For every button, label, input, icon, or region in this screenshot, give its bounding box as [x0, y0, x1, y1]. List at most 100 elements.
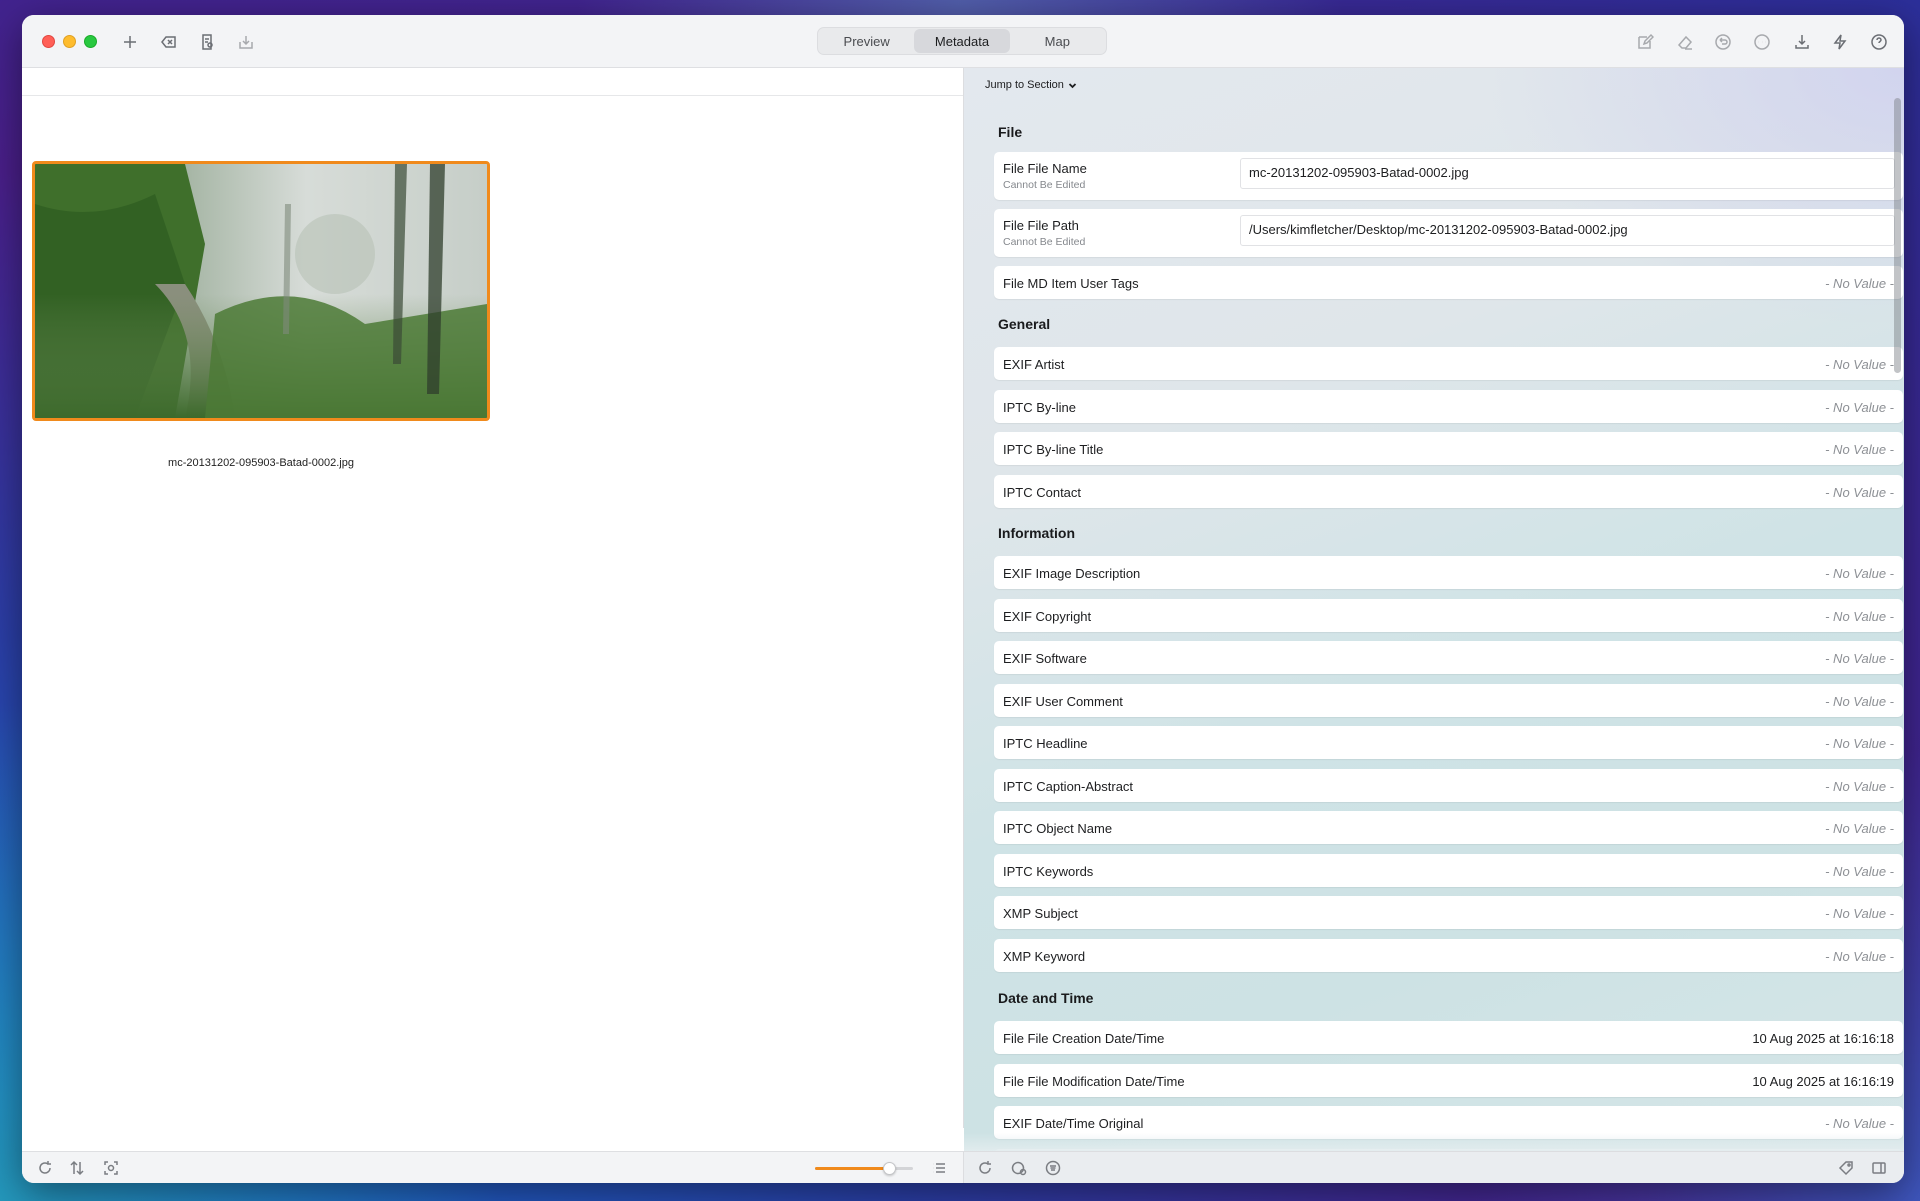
inspect-document-icon[interactable] [195, 29, 221, 55]
lightning-icon[interactable] [1827, 29, 1853, 55]
help-icon[interactable] [1866, 29, 1892, 55]
scroll-fade [964, 1133, 1904, 1151]
metadata-field-label: XMP Subject [1003, 906, 1078, 921]
filter-list-icon[interactable] [1044, 1159, 1062, 1177]
metadata-row[interactable]: File File Creation Date/Time 10 Aug 2025 … [994, 1021, 1903, 1054]
metadata-field-value[interactable]: - No Value - [1825, 736, 1894, 751]
metadata-field-value[interactable]: - No Value - [1825, 1116, 1894, 1131]
rotate-icon[interactable] [36, 1159, 54, 1177]
revert-icon[interactable] [1710, 29, 1736, 55]
metadata-scrollbar-thumb[interactable] [1894, 98, 1901, 373]
metadata-row[interactable]: File File Path Cannot Be Edited/Users/kim… [994, 209, 1903, 257]
chevron-down-icon [1068, 82, 1077, 88]
thumbnail-size-slider-fill [815, 1167, 889, 1170]
metadata-row[interactable]: EXIF Software - No Value - [994, 641, 1903, 674]
metadata-field-label: IPTC Object Name [1003, 821, 1113, 836]
metadata-row[interactable]: IPTC Caption-Abstract - No Value - [994, 768, 1903, 802]
metadata-field-label: File File Path [1003, 218, 1079, 233]
metadata-field-label: XMP Keyword [1003, 948, 1086, 964]
edit-icon[interactable] [1632, 29, 1658, 55]
metadata-field-value[interactable]: - No Value - [1825, 357, 1894, 372]
metadata-field-value[interactable]: - No Value - [1825, 651, 1894, 666]
metadata-row[interactable]: XMP Keyword - No Value - [994, 938, 1903, 972]
metadata-readonly-field[interactable]: /Users/kimfletcher/Desktop/mc-20131202-0… [1240, 215, 1895, 246]
add-icon[interactable] [117, 29, 143, 55]
metadata-field-value[interactable]: 10 Aug 2025 at 16:16:18 [1752, 1031, 1894, 1046]
metadata-field-value[interactable]: - No Value - [1825, 400, 1894, 415]
metadata-row[interactable]: File File Modification Date/Time 10 Aug 2… [994, 1063, 1903, 1097]
metadata-row[interactable]: EXIF Artist - No Value - [994, 347, 1903, 380]
metadata-scrollbar[interactable] [1894, 98, 1901, 1138]
metadata-field-value[interactable]: - No Value - [1825, 906, 1894, 921]
title-bar: Preview Metadata Map [22, 15, 1904, 68]
export-icon[interactable] [1789, 29, 1815, 55]
tab-preview[interactable]: Preview [819, 29, 914, 53]
metadata-field-value[interactable]: - No Value - [1825, 609, 1894, 624]
section-title-datetime: Date and Time [998, 990, 1094, 1006]
thumbnail-size-slider-knob[interactable] [882, 1162, 896, 1175]
minimize-window-button[interactable] [63, 35, 76, 48]
metadata-field-value[interactable]: - No Value - [1825, 694, 1894, 709]
metadata-row[interactable]: File MD Item User Tags - No Value - [994, 266, 1903, 299]
tag-icon[interactable] [1837, 1159, 1855, 1177]
metadata-field-value[interactable]: - No Value - [1825, 864, 1894, 879]
metadata-row[interactable]: IPTC Contact - No Value - [994, 474, 1903, 508]
delete-backward-icon[interactable] [156, 29, 182, 55]
location-badge-icon[interactable] [1010, 1159, 1028, 1177]
metadata-row[interactable]: File File Name Cannot Be Edited mc-2013120… [994, 152, 1903, 200]
browser-top-divider [22, 95, 963, 96]
section-title-general: General [998, 316, 1051, 332]
metadata-row[interactable]: IPTC By-line - No Value - [994, 389, 1903, 423]
metadata-row[interactable]: IPTC Keywords - No Value - [994, 853, 1903, 887]
read-only-note: Cannot Be Edited [1003, 179, 1086, 191]
view-mode-segmented-control: Preview Metadata Map [817, 27, 1107, 55]
more-options-icon[interactable] [1749, 29, 1775, 55]
focus-frame-icon[interactable] [102, 1159, 120, 1177]
metadata-field-value[interactable]: - No Value - [1825, 779, 1894, 794]
eraser-icon[interactable] [1672, 29, 1698, 55]
save-to-tray-icon[interactable] [233, 29, 259, 55]
list-view-icon[interactable] [930, 1159, 948, 1177]
metadata-row[interactable]: EXIF Copyright - No Value - [994, 598, 1903, 632]
metadata-field-value[interactable]: - No Value - [1825, 485, 1894, 500]
metadata-field-label: IPTC Headline [1003, 736, 1088, 751]
metadata-field-value[interactable]: - No Value - [1825, 442, 1894, 457]
zoom-window-button[interactable] [84, 35, 97, 48]
metadata-field-value[interactable]: - No Value - [1825, 949, 1894, 964]
metadata-field-value[interactable]: - No Value - [1825, 276, 1894, 291]
tab-metadata[interactable]: Metadata [914, 29, 1010, 53]
metadata-bottom-bar [964, 1151, 1904, 1183]
tab-map[interactable]: Map [1010, 29, 1105, 53]
metadata-field-label: IPTC Contact [1003, 484, 1082, 500]
metadata-field-label: IPTC Keywords [1003, 863, 1094, 879]
metadata-field-label: EXIF Artist [1003, 357, 1065, 372]
metadata-row[interactable]: IPTC By-line Title - No Value - [994, 432, 1903, 465]
metadata-field-value[interactable]: - No Value - [1825, 566, 1894, 581]
metadata-row[interactable]: IPTC Object Name - No Value - [994, 811, 1903, 844]
metadata-field-label: EXIF Date/Time Original [1003, 1116, 1144, 1131]
metadata-field-label: IPTC By-line [1003, 399, 1076, 415]
forest-path-photo [35, 164, 487, 418]
metadata-field-value[interactable]: - No Value - [1825, 821, 1894, 836]
read-only-note: Cannot Be Edited [1003, 236, 1086, 248]
sort-icon[interactable] [68, 1159, 86, 1177]
section-title-file: File [998, 124, 1023, 140]
close-window-button[interactable] [42, 35, 55, 48]
metadata-row[interactable]: EXIF Image Description - No Value - [994, 556, 1903, 589]
metadata-row[interactable]: XMP Subject - No Value - [994, 896, 1903, 929]
metadata-row[interactable]: IPTC Headline - No Value - [994, 726, 1903, 759]
metadata-panel: Jump to Section File File File Name Cannot… [964, 68, 1904, 1151]
metadata-row[interactable]: EXIF User Comment - No Value - [994, 683, 1903, 717]
metadata-field-label: EXIF Copyright [1003, 608, 1092, 624]
sidebar-toggle-icon[interactable] [1870, 1159, 1888, 1177]
thumbnail-size-slider[interactable] [815, 1162, 913, 1175]
metadata-field-value[interactable]: 10 Aug 2025 at 16:16:19 [1752, 1074, 1894, 1089]
refresh-icon[interactable] [976, 1159, 994, 1177]
jump-to-section-menu[interactable]: Jump to Section [985, 79, 1077, 91]
section-title-information: Information [998, 525, 1075, 541]
image-thumbnail-selected[interactable] [32, 161, 490, 421]
metadata-field-label: File File Name [1003, 161, 1087, 176]
metadata-readonly-field[interactable]: mc-20131202-095903-Batad-0002.jpg [1240, 158, 1895, 189]
metadata-field-label: IPTC By-line Title [1003, 442, 1104, 457]
browser-bottom-bar [22, 1151, 964, 1183]
